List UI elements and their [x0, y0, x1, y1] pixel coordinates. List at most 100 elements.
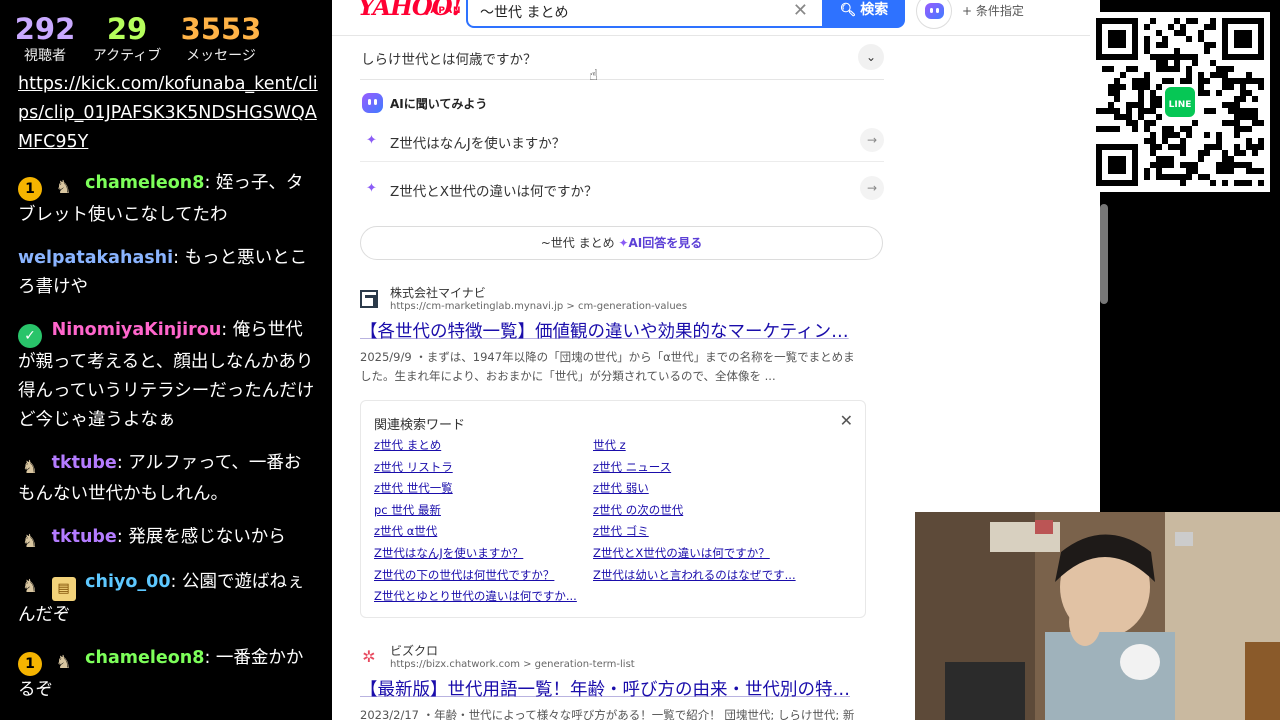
chat-username[interactable]: welpatakahashi — [18, 248, 173, 268]
line-logo-icon: LINE — [1162, 84, 1198, 120]
related-search-link[interactable]: 世代 z — [593, 437, 626, 453]
viewer-count: 292 視聴者 — [12, 12, 78, 66]
gift-badge-icon: 1 — [18, 177, 42, 201]
message-count-value: 3553 — [180, 12, 262, 46]
result-site-name[interactable]: ビズクロ — [390, 642, 438, 659]
related-search-link[interactable]: z世代 世代一覧 — [374, 480, 453, 496]
related-searches: 関連検索ワード ✕ z世代 まとめ z世代 リストラ z世代 世代一覧 pc 世代 最… — [360, 400, 866, 618]
related-search-link[interactable]: z世代 弱い — [593, 480, 649, 496]
ai-suggested-question[interactable]: ✦ Z世代はなんJを使いますか？ → — [360, 118, 884, 162]
viewer-count-value: 292 — [14, 12, 76, 46]
result-snippet: 2025/9/9 ・まずは、1947年以降の「団塊の世代」から「α世代」までの名… — [360, 350, 855, 383]
close-icon[interactable]: ✕ — [840, 411, 853, 430]
chat-message: 1 ♞ chameleon8: 姪っ子、タブレット使いこなしてたわ — [18, 169, 318, 230]
search-button[interactable]: 🔍︎ 検索 — [823, 0, 905, 28]
chat-username[interactable]: chameleon8 — [85, 173, 204, 193]
conditions-label: 条件指定 — [975, 4, 1024, 18]
scrollbar[interactable] — [1100, 204, 1108, 304]
result-url[interactable]: https://cm-marketinglab.mynavi.jp > cm-g… — [390, 301, 687, 312]
verified-badge-icon: ✓ — [18, 324, 42, 348]
search-conditions-link[interactable]: + 条件指定 — [962, 2, 1024, 19]
overlay-panel — [1100, 202, 1280, 514]
hat-badge-icon: ♞ — [55, 652, 72, 673]
sparkle-icon: ✦ — [366, 133, 377, 148]
chat-username[interactable]: chiyo_00 — [85, 572, 170, 592]
webcam-image — [915, 512, 1280, 720]
search-header: YAHOO! JAPAN 〜世代 まとめ ✕ 🔍︎ 検索 + 条件指定 — [332, 0, 1100, 36]
result-site-name[interactable]: 株式会社マイナビ — [390, 284, 486, 301]
related-searches-title: 関連検索ワード — [374, 418, 466, 433]
ai-ask-heading: AIに聞いてみよう — [362, 93, 882, 115]
ai-assistant-button[interactable] — [916, 0, 952, 29]
hat-badge-icon: ♞ — [21, 457, 39, 478]
ai-answer-button[interactable]: ~世代 まとめ ✦AI回答を見る — [360, 226, 883, 260]
screen: 292 視聴者 29 アクティブ 3553 メッセージ https://kick… — [0, 0, 1280, 720]
search-input[interactable]: 〜世代 まとめ ✕ — [466, 0, 824, 28]
line-qr-code: LINE — [1090, 12, 1270, 192]
hat-badge-icon: ♞ — [55, 177, 72, 198]
active-count-value: 29 — [106, 12, 148, 46]
related-search-link[interactable]: z世代 ゴミ — [593, 523, 649, 539]
chat-text: : 発展を感じないから — [116, 527, 286, 547]
ai-suggested-question[interactable]: ✦ Z世代とX世代の違いは何ですか？ → — [360, 166, 884, 210]
gift-badge-icon: 1 — [18, 652, 42, 676]
sparkle-icon: ✦ — [366, 181, 377, 196]
chat-panel: 292 視聴者 29 アクティブ 3553 メッセージ https://kick… — [0, 0, 332, 720]
ai-bot-icon — [362, 93, 383, 113]
result-title-link[interactable]: 【各世代の特徴一覧】価値観の違いや効果的なマーケティン… — [360, 318, 860, 343]
related-search-link[interactable]: Z世代とゆとり世代の違いは何ですか... — [374, 588, 577, 604]
chat-username[interactable]: chameleon8 — [85, 648, 204, 668]
related-search-link[interactable]: Z世代はなんJを使いますか？ — [374, 545, 523, 561]
logo-subtext: JAPAN — [426, 6, 462, 16]
related-search-link[interactable]: z世代 リストラ — [374, 459, 453, 475]
related-search-link[interactable]: Z世代とX世代の違いは何ですか？ — [593, 545, 770, 561]
mouse-cursor-icon: ☝ — [589, 66, 599, 84]
related-search-link[interactable]: z世代 まとめ — [374, 437, 441, 453]
related-search-link[interactable]: z世代 α世代 — [374, 523, 437, 539]
search-icon: 🔍︎ — [839, 3, 857, 18]
gift-box-icon: ▤ — [51, 577, 76, 601]
chat-message: ♞ ▤ chiyo_00: 公園で遊ばねぇんだぞ — [18, 568, 318, 630]
chat-message: ♞ tktube: アルファって、一番おもんない世代かもしれん。 — [18, 449, 318, 509]
chat-username[interactable]: tktube — [52, 527, 117, 547]
related-search-link[interactable]: z世代 の次の世代 — [593, 502, 683, 518]
related-search-link[interactable]: z世代 ニュース — [593, 459, 671, 475]
result-url[interactable]: https://bizx.chatwork.com > generation-t… — [390, 659, 635, 670]
ai-answer-query: ~世代 まとめ — [540, 236, 615, 250]
yahoo-logo[interactable]: YAHOO! JAPAN — [358, 0, 462, 26]
related-search-link[interactable]: pc 世代 最新 — [374, 502, 441, 518]
ai-question-text: Z世代とX世代の違いは何ですか？ — [390, 184, 598, 200]
chat-message: ✓ NinomiyaKinjirou: 俺ら世代が親って考えると、顔出しなんかあ… — [18, 316, 318, 435]
search-query: 〜世代 まとめ — [480, 5, 569, 21]
ai-question-text: Z世代はなんJを使いますか？ — [390, 136, 566, 152]
ai-ask-title: AIに聞いてみよう — [390, 97, 488, 111]
faq-item[interactable]: しらけ世代とは何歳ですか？ ⌄ — [360, 42, 884, 80]
search-button-label: 検索 — [860, 2, 889, 18]
chat-message: ♞ tktube: 発展を感じないから — [18, 523, 318, 554]
active-count: 29 アクティブ — [88, 12, 166, 66]
chat-url-message[interactable]: https://kick.com/kofunaba_kent/clips/cli… — [18, 70, 318, 157]
chat-username[interactable]: NinomiyaKinjirou — [52, 320, 222, 340]
bizx-favicon-icon: ✲ — [362, 647, 376, 666]
arrow-right-icon: → — [860, 128, 884, 152]
close-icon[interactable]: ✕ — [793, 0, 808, 21]
webcam-feed — [915, 512, 1280, 720]
chat-message-list: https://kick.com/kofunaba_kent/clips/cli… — [18, 70, 318, 719]
chat-username[interactable]: tktube — [52, 453, 117, 473]
active-count-label: アクティブ — [92, 48, 162, 64]
message-count: 3553 メッセージ — [176, 12, 266, 66]
message-count-label: メッセージ — [186, 48, 256, 64]
mynavi-favicon-icon — [360, 290, 378, 308]
viewer-count-label: 視聴者 — [24, 48, 66, 64]
plus-icon: + — [962, 4, 976, 18]
related-search-link[interactable]: Z世代の下の世代は何世代ですか？ — [374, 567, 554, 583]
result-snippet: 2023/2/17 ・年齢・世代によって様々な呼び方がある！一覧で紹介！ 団塊世… — [360, 708, 855, 720]
chevron-down-icon[interactable]: ⌄ — [858, 44, 884, 70]
result-title-link[interactable]: 【最新版】世代用語一覧！年齢・呼び方の由来・世代別の特… — [360, 676, 860, 701]
ai-bot-icon — [925, 3, 944, 19]
ai-answer-label: AI回答を見る — [628, 236, 703, 250]
arrow-right-icon: → — [860, 176, 884, 200]
sparkle-icon: ✦ — [618, 236, 629, 250]
chat-message: welpatakahashi: もっと悪いところ書けや — [18, 244, 318, 302]
related-search-link[interactable]: Z世代は幼いと言われるのはなぜです... — [593, 567, 796, 583]
